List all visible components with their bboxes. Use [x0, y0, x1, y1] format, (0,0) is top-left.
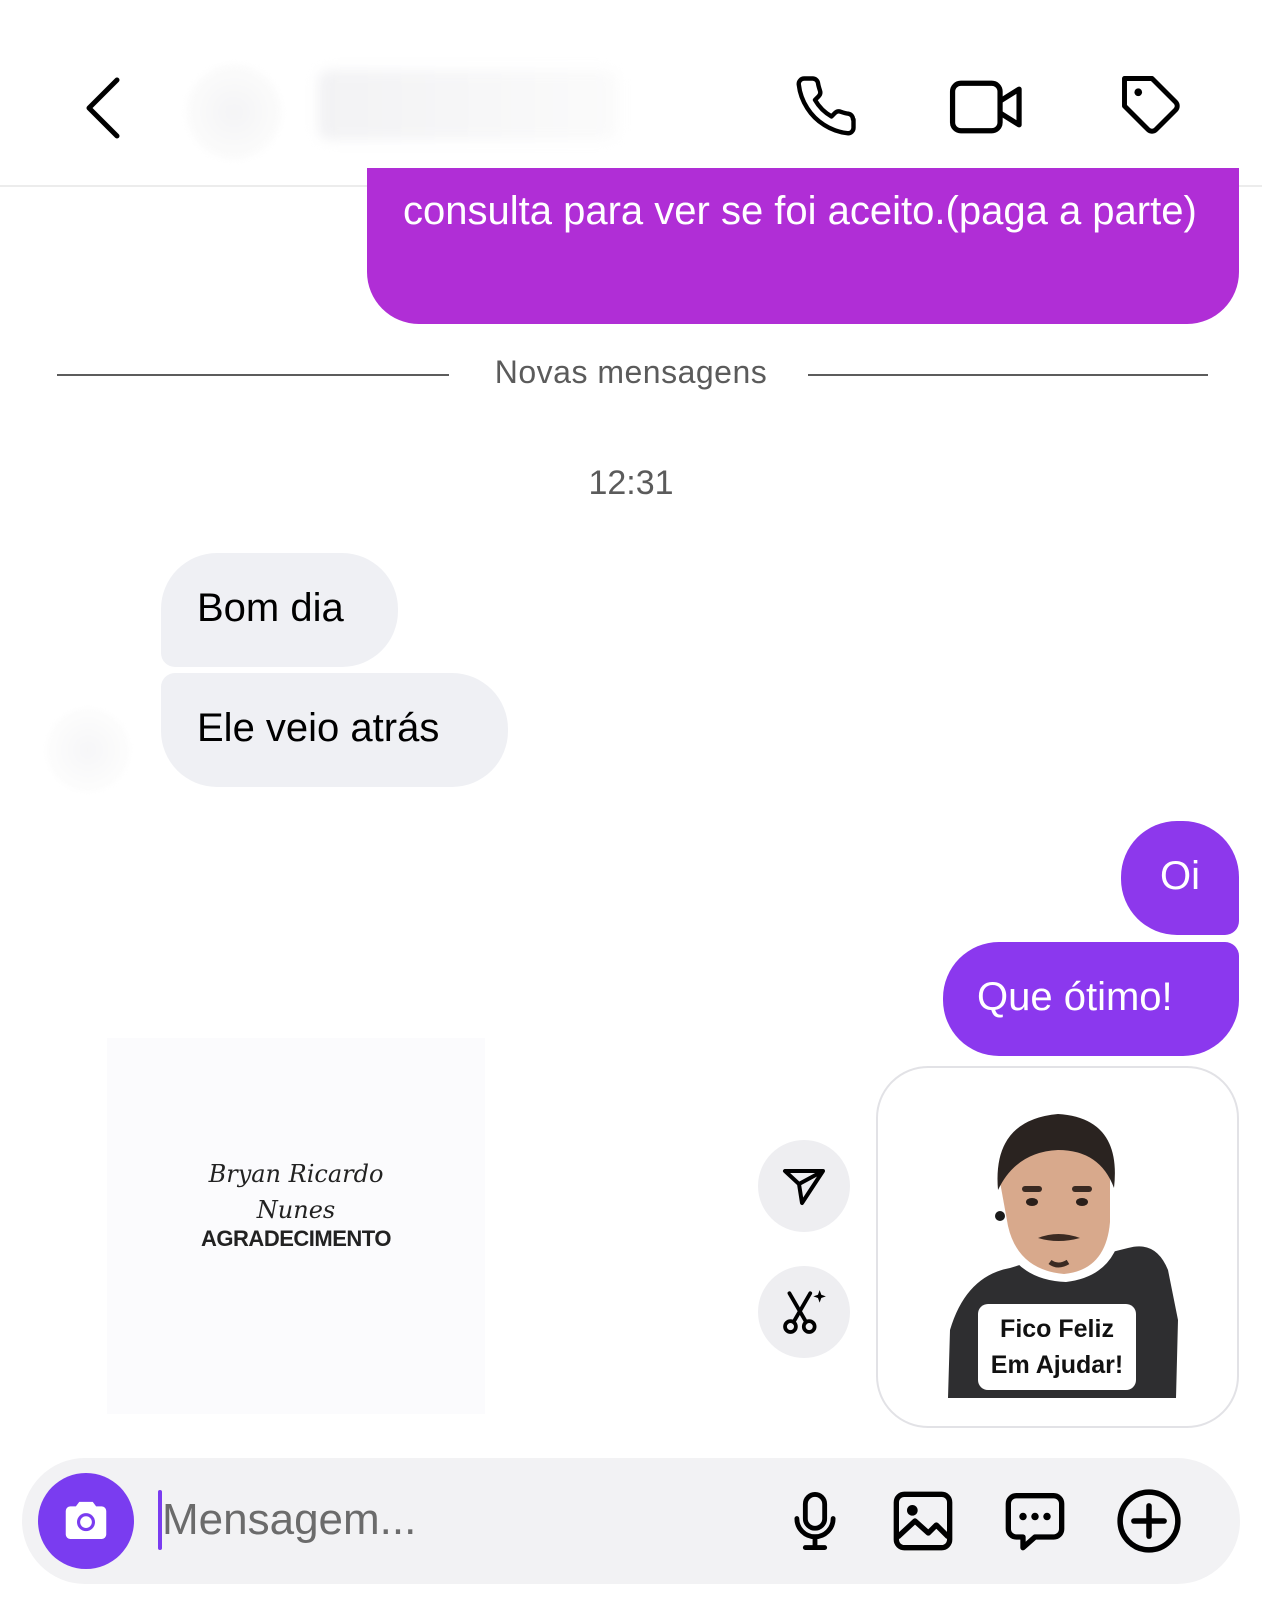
- sticker-caption: Fico Feliz Em Ajudar!: [978, 1304, 1136, 1390]
- phone-icon: [796, 76, 856, 136]
- sticker-caption-line: Fico Feliz: [1000, 1315, 1114, 1343]
- incoming-message-bubble[interactable]: Ele veio atrás: [161, 673, 508, 787]
- chat-options-button[interactable]: [1002, 1488, 1068, 1554]
- camera-icon: [65, 1501, 107, 1539]
- image-icon: [893, 1491, 953, 1551]
- sticker-message[interactable]: Fico Feliz Em Ajudar!: [876, 1066, 1239, 1428]
- sticker-caption-line: Em Ajudar!: [990, 1351, 1124, 1379]
- message-text: consulta para ver se foi aceito.(paga a …: [403, 189, 1197, 233]
- message-text: Oi: [1160, 854, 1200, 898]
- plus-circle-icon: [1117, 1489, 1181, 1553]
- chat-bubble-icon: [1005, 1493, 1065, 1551]
- divider-line-right: [808, 374, 1208, 376]
- signature-text: Bryan Ricardo Nunes: [107, 1156, 485, 1228]
- tag-icon: [1122, 76, 1180, 134]
- chevron-left-icon: [86, 77, 120, 139]
- card-title: AGRADECIMENTO: [201, 1226, 391, 1251]
- chat-header: [0, 0, 1262, 187]
- divider-line-left: [57, 374, 449, 376]
- video-call-button[interactable]: [946, 74, 1028, 140]
- shared-image-card[interactable]: Bryan Ricardo Nunes AGRADECIMENTO: [107, 1038, 485, 1414]
- back-button[interactable]: [70, 68, 136, 148]
- incoming-message-bubble[interactable]: Bom dia: [161, 553, 398, 667]
- message-composer: [22, 1458, 1240, 1584]
- contact-name-blurred[interactable]: [318, 70, 618, 140]
- share-button[interactable]: [758, 1140, 850, 1232]
- gallery-button[interactable]: [890, 1488, 956, 1554]
- message-input[interactable]: [162, 1484, 662, 1556]
- contact-avatar[interactable]: [186, 64, 282, 160]
- camera-button[interactable]: [38, 1473, 134, 1569]
- message-text: Que ótimo!: [977, 975, 1173, 1019]
- outgoing-message-bubble[interactable]: Oi: [1121, 821, 1239, 935]
- video-camera-icon: [949, 80, 1022, 134]
- signature-line: Bryan Ricardo: [208, 1160, 384, 1188]
- message-timestamp: 12:31: [588, 464, 674, 502]
- outgoing-message-bubble[interactable]: Que ótimo!: [943, 942, 1239, 1056]
- new-messages-divider: Novas mensagens: [494, 354, 768, 390]
- signature-line: Nunes: [256, 1196, 336, 1224]
- cutout-button[interactable]: [758, 1266, 850, 1358]
- voice-call-button[interactable]: [790, 70, 862, 142]
- add-attachment-button[interactable]: [1116, 1488, 1182, 1554]
- message-text: Ele veio atrás: [197, 706, 440, 750]
- scissors-sparkle-icon: [783, 1290, 826, 1334]
- outgoing-message-bubble[interactable]: consulta para ver se foi aceito.(paga a …: [367, 168, 1239, 324]
- tag-button[interactable]: [1116, 70, 1188, 142]
- message-text: Bom dia: [197, 586, 344, 630]
- microphone-icon: [794, 1492, 836, 1550]
- microphone-button[interactable]: [782, 1488, 848, 1554]
- sender-avatar[interactable]: [46, 708, 130, 792]
- send-icon: [783, 1169, 825, 1205]
